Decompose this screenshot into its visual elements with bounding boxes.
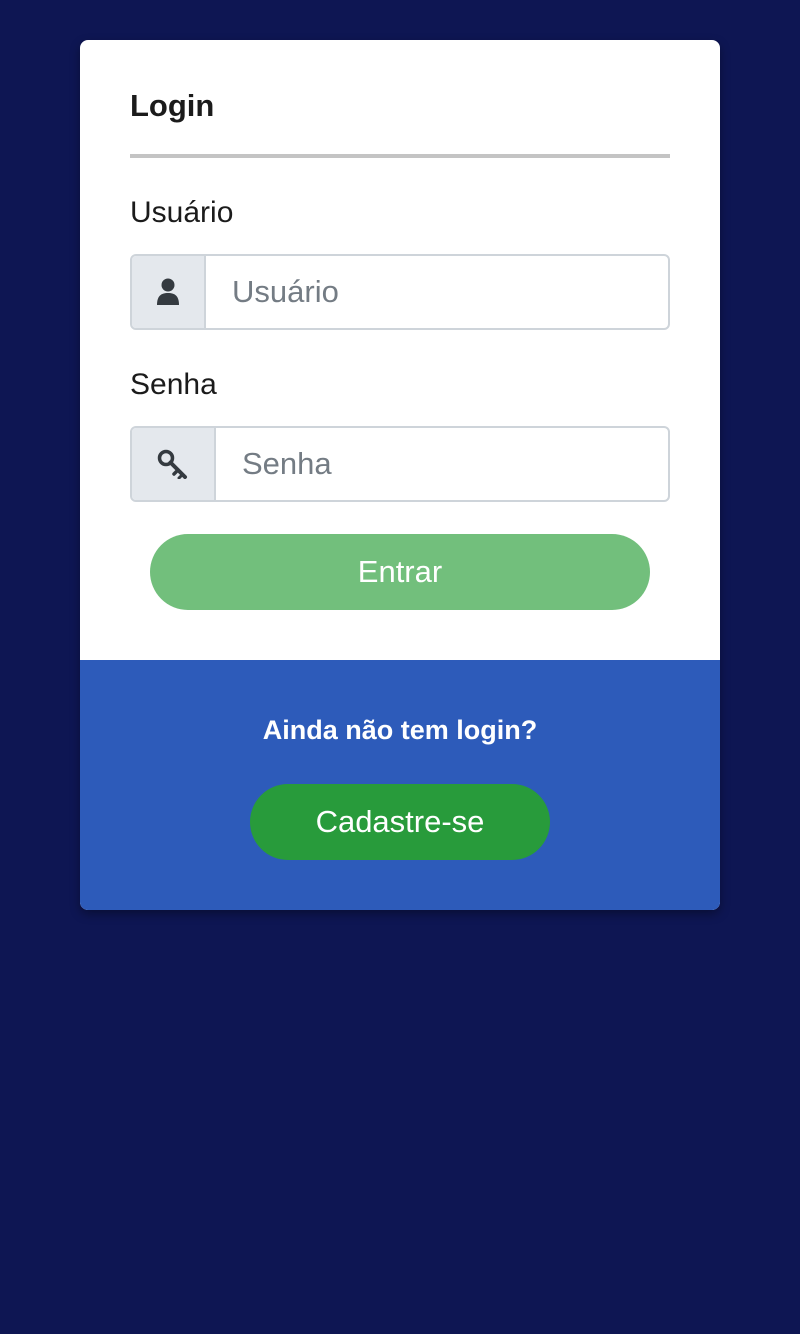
card-title: Login (130, 88, 215, 123)
register-prompt: Ainda não tem login? (262, 715, 538, 745)
key-icon-glyph (157, 449, 187, 479)
user-icon (132, 256, 206, 328)
username-input-group (130, 254, 670, 330)
password-input-group (130, 426, 670, 502)
key-icon (132, 428, 216, 500)
password-label: Senha (130, 368, 217, 401)
username-label: Usuário (130, 196, 234, 229)
password-input[interactable] (216, 428, 668, 500)
title-divider (130, 154, 670, 158)
username-input[interactable] (206, 256, 668, 328)
login-button[interactable]: Entrar (150, 534, 650, 610)
register-footer: Ainda não tem login? Cadastre-se (80, 660, 720, 910)
login-form: Login Usuário Senha (130, 40, 670, 660)
register-button[interactable]: Cadastre-se (250, 784, 550, 860)
user-icon-glyph (157, 278, 179, 305)
login-card: Login Usuário Senha (80, 40, 720, 910)
